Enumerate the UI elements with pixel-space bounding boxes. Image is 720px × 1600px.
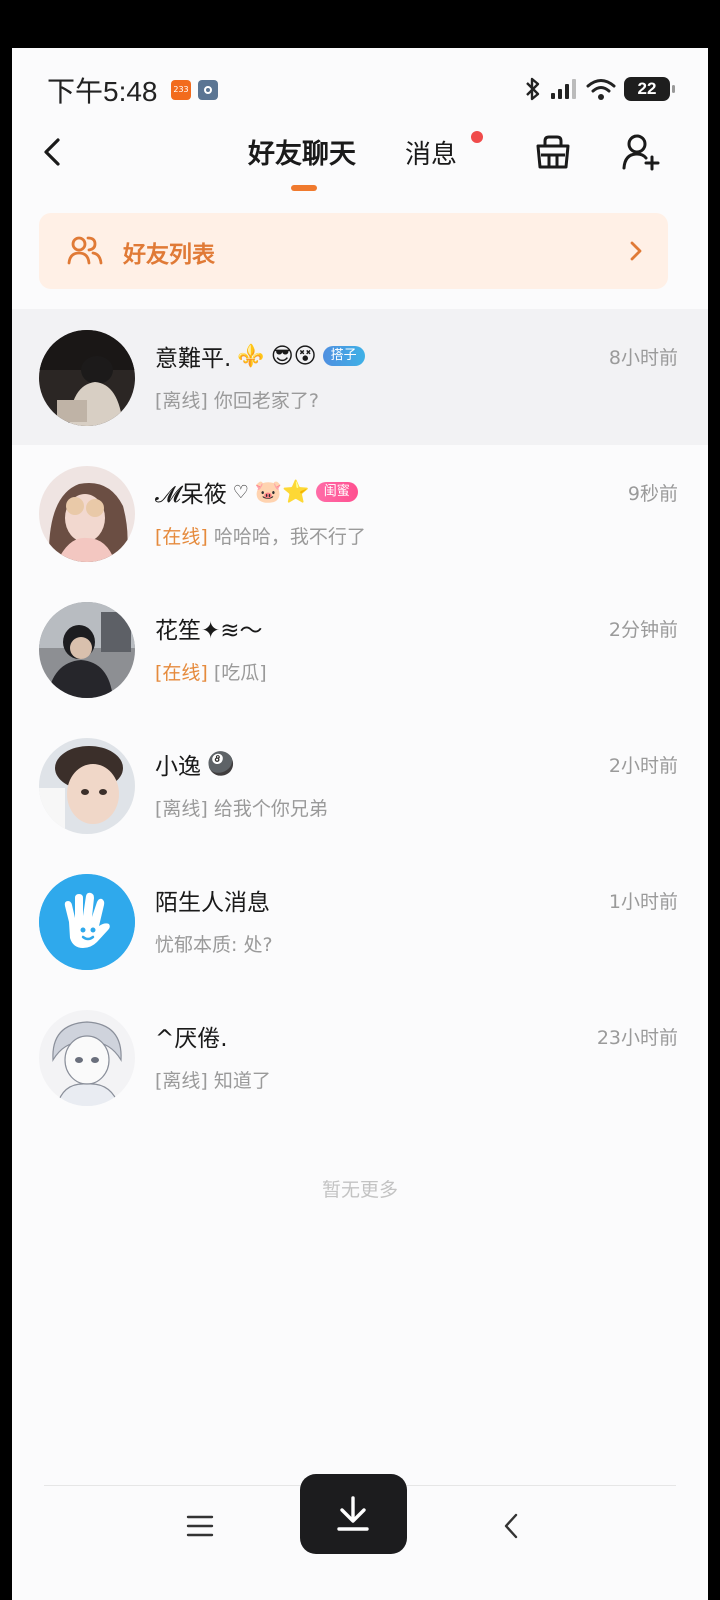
clean-basket-icon[interactable] <box>533 132 573 172</box>
last-message: 哈哈哈，我不行了 <box>213 526 366 548</box>
friends-icon <box>67 236 103 265</box>
last-message: 知道了 <box>213 1070 271 1092</box>
bluetooth-icon <box>526 77 540 101</box>
download-icon <box>337 1496 369 1531</box>
chat-name: 意難平. <box>155 346 232 372</box>
no-more-text: 暂无更多 <box>321 1179 398 1201</box>
online-status: [离线] <box>155 390 208 412</box>
chat-time: 1小时前 <box>608 891 678 913</box>
chat-row[interactable]: ^厌倦. 23小时前 [离线] 知道了 <box>12 989 708 1125</box>
avatar <box>39 738 135 834</box>
back-arrow-icon[interactable] <box>36 132 70 172</box>
wifi-icon <box>586 79 616 100</box>
last-message: 给我个你兄弟 <box>213 798 328 820</box>
online-status: [离线] <box>155 798 208 820</box>
battery-indicator: 22 <box>624 77 675 101</box>
chat-time: 8小时前 <box>608 347 678 369</box>
menu-icon[interactable] <box>185 1511 215 1541</box>
avatar <box>39 330 135 426</box>
tag-emoji: 😎😵 <box>270 343 317 369</box>
waving-hand-icon <box>39 874 135 970</box>
chat-row[interactable]: 小逸 🎱 2小时前 [离线] 给我个你兄弟 <box>12 717 708 853</box>
heart-icon: ♡ <box>232 481 249 503</box>
unread-dot <box>471 131 483 143</box>
chat-name: 𝓜呆筱 <box>155 482 227 508</box>
chat-time: 2小时前 <box>608 755 678 777</box>
chat-row[interactable]: 𝓜呆筱 ♡ 🐷⭐ 闺蜜 9秒前 [在线] 哈哈哈，我不行了 <box>12 445 708 581</box>
last-message: 你回老家了? <box>213 390 319 412</box>
chat-list: 意難平. ⚜️ 😎😵 搭子 8小时前 [离线] 你回老家了? 𝓜呆筱 ♡ 🐷⭐ … <box>12 309 708 1125</box>
tab-friend-chat[interactable]: 好友聊天 <box>248 132 356 171</box>
nav-back-icon[interactable] <box>499 1511 523 1541</box>
friend-list-banner[interactable]: 好友列表 <box>39 213 668 289</box>
avatar <box>39 602 135 698</box>
last-message: 忧郁本质: 处? <box>155 934 273 956</box>
chat-name: 陌生人消息 <box>155 890 270 916</box>
relationship-tag: 闺蜜 <box>315 482 358 502</box>
online-status: [在线] <box>155 662 208 684</box>
chat-time: 9秒前 <box>627 483 678 505</box>
status-icons: 22 <box>524 74 675 104</box>
chat-name: 小逸 <box>155 754 201 780</box>
status-bar: 下午5:48 233 22 <box>12 48 708 130</box>
friend-list-label: 好友列表 <box>123 242 215 268</box>
chat-row[interactable]: 意難平. ⚜️ 😎😵 搭子 8小时前 [离线] 你回老家了? <box>12 309 708 445</box>
chat-name: ^厌倦. <box>155 1026 228 1052</box>
online-status: [离线] <box>155 1070 208 1092</box>
chat-name: 花笙✦≋〜 <box>155 618 263 644</box>
app-notification-badge: 233 <box>171 80 191 100</box>
avatar <box>39 1010 135 1106</box>
tab-messages[interactable]: 消息 <box>405 134 457 171</box>
status-time: 下午5:48 <box>47 76 158 107</box>
tag-emoji: 🐷⭐ <box>254 479 310 505</box>
chat-row-stranger[interactable]: 陌生人消息 1小时前 忧郁本质: 处? <box>12 853 708 989</box>
last-message: [吃瓜] <box>213 662 267 684</box>
online-status: [在线] <box>155 526 208 548</box>
fleur-emoji: ⚜️ <box>237 343 265 369</box>
settings-notification-icon <box>198 80 218 100</box>
add-friend-icon[interactable] <box>621 132 661 172</box>
signal-icon <box>551 79 576 99</box>
avatar <box>39 466 135 562</box>
chat-time: 2分钟前 <box>608 619 678 641</box>
eight-ball-emoji: 🎱 <box>207 751 235 777</box>
header: 好友聊天 消息 <box>12 130 708 210</box>
chevron-right-icon <box>630 241 642 261</box>
relationship-tag: 搭子 <box>322 346 365 366</box>
stranger-avatar <box>39 874 135 970</box>
chat-time: 23小时前 <box>596 1027 678 1049</box>
chat-row[interactable]: 花笙✦≋〜 2分钟前 [在线] [吃瓜] <box>12 581 708 717</box>
active-tab-indicator <box>291 185 317 191</box>
download-button[interactable] <box>300 1474 407 1554</box>
screen: 下午5:48 233 22 好友聊天 消息 好友列表 意難平. ⚜️ 😎😵 搭子… <box>12 48 708 1600</box>
